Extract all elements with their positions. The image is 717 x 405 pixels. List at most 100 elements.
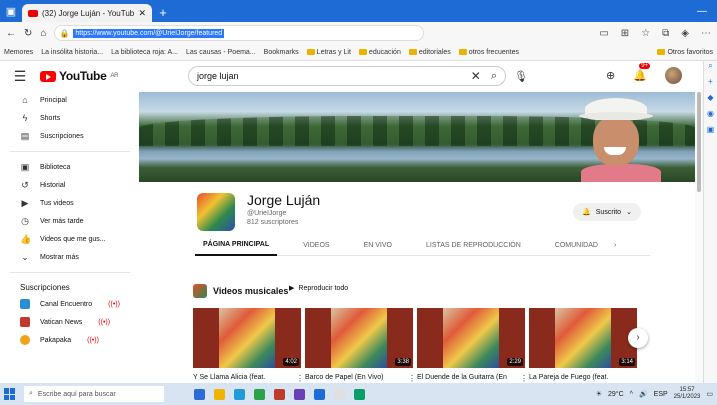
subscription-item[interactable]: Canal Encuentro ((•)) <box>0 295 135 313</box>
tabs-next-icon[interactable]: › <box>606 236 624 256</box>
bookmark-folder[interactable]: Letras y Lit <box>306 49 351 56</box>
subscription-item[interactable]: Pakapaka ((•)) <box>0 331 135 349</box>
tab-listas[interactable]: LISTAS DE REPRODUCCIÓN <box>418 236 529 256</box>
more-vert-icon[interactable]: ⋮ <box>408 374 416 383</box>
search-input[interactable]: jorge lujan ✕ ⌕ <box>188 66 506 86</box>
notifications-icon[interactable]: 🔔 9+ <box>633 63 651 82</box>
app-icon[interactable] <box>274 388 285 400</box>
app-icon[interactable] <box>234 388 245 400</box>
search-icon[interactable]: ⌕ <box>491 70 497 83</box>
video-title[interactable]: El Duende de la Guitarra (En <box>417 374 507 381</box>
bookmark-item[interactable]: Bookmarks <box>264 49 299 56</box>
app-icon[interactable] <box>254 388 265 400</box>
folder-icon <box>306 49 315 55</box>
tray-arrow-icon[interactable]: ^ <box>630 391 633 398</box>
tab-en-vivo[interactable]: EN VIVO <box>356 236 400 256</box>
favorite-star-icon[interactable]: ☆ <box>641 28 650 39</box>
tab-videos[interactable]: VIDEOS <box>295 236 337 256</box>
play-all-button[interactable]: ▶ Reproducir todo <box>289 284 348 293</box>
edge-search-icon[interactable]: ⌕ <box>704 61 717 77</box>
video-thumbnail[interactable]: 3:14 <box>529 308 637 368</box>
tab-pagina-principal[interactable]: PÁGINA PRINCIPAL <box>195 236 278 256</box>
video-thumbnail[interactable]: 4:02 <box>193 308 301 368</box>
microphone-icon[interactable]: 🎙 <box>514 70 528 83</box>
channel-avatar[interactable] <box>197 193 235 231</box>
sidebar-item-shorts[interactable]: ϟ Shorts <box>0 109 135 127</box>
app-icon[interactable] <box>334 388 345 400</box>
close-tab-icon[interactable]: ✕ <box>138 8 146 19</box>
edge-add-icon[interactable]: + <box>704 77 717 93</box>
collections-icon[interactable]: ⧉ <box>662 28 669 39</box>
folder-icon <box>657 49 666 55</box>
minimize-icon[interactable]: — <box>697 6 707 17</box>
back-icon[interactable]: ← <box>6 28 16 39</box>
taskbar-apps <box>194 388 365 400</box>
sidebar-item-ver-mas-tarde[interactable]: ◷ Ver más tarde <box>0 212 135 230</box>
sidebar-item-mostrar-mas[interactable]: ⌄ Mostrar más <box>0 248 135 266</box>
sidebar-item-suscripciones[interactable]: ▤ Suscripciones <box>0 127 135 145</box>
app-icon[interactable] <box>214 388 225 400</box>
app-icon[interactable] <box>314 388 325 400</box>
youtube-logo[interactable]: YouTube AR <box>40 69 118 83</box>
url-field[interactable]: 🔒 https://www.youtube.com/@UrieIJorge/fe… <box>54 25 425 41</box>
bookmark-folder[interactable]: otros frecuentes <box>458 49 519 56</box>
clear-search-icon[interactable]: ✕ <box>471 69 481 83</box>
bookmark-item[interactable]: Las causas - Poema... <box>186 49 256 56</box>
app-icon[interactable] <box>194 388 205 400</box>
app-icon[interactable] <box>354 388 365 400</box>
sidebar-item-biblioteca[interactable]: ▣ Biblioteca <box>0 158 135 176</box>
reader-icon[interactable]: ▭ <box>599 28 608 39</box>
create-video-icon[interactable]: ⊕ <box>606 69 615 82</box>
window-menu-icon[interactable]: ▣ <box>0 0 22 22</box>
video-title[interactable]: La Pareja de Fuego (feat. <box>529 374 608 381</box>
clock[interactable]: 15:57 25/1/2023 <box>674 387 701 401</box>
apps-icon[interactable]: ⊞ <box>621 28 629 39</box>
subscription-item[interactable]: Vatican News ((•)) <box>0 313 135 331</box>
subscribed-button[interactable]: 🔔 Suscrito ⌄ <box>573 203 641 221</box>
taskbar-search[interactable]: ⌕ Escribe aquí para buscar <box>24 386 164 402</box>
home-icon[interactable]: ⌂ <box>40 28 46 39</box>
address-bar-row: ← ↻ ⌂ 🔒 https://www.youtube.com/@UrieIJo… <box>0 22 717 44</box>
sidebar-item-tus-videos[interactable]: ▶ Tus videos <box>0 194 135 212</box>
extensions-icon[interactable]: ◈ <box>681 28 689 39</box>
bookmark-folder[interactable]: editoriales <box>408 49 451 56</box>
scrollbar-thumb[interactable] <box>697 92 701 192</box>
divider <box>10 151 130 152</box>
volume-icon[interactable]: 🔊 <box>639 390 648 398</box>
bell-icon: 🔔 <box>582 209 591 216</box>
menu-icon[interactable]: ☰ <box>0 68 40 85</box>
sidebar-item-historial[interactable]: ↺ Historial <box>0 176 135 194</box>
refresh-icon[interactable]: ↻ <box>24 28 32 39</box>
notification-center-icon[interactable]: ▭ <box>706 390 713 398</box>
video-title[interactable]: Y Se Llama Alicia (feat. <box>193 374 265 381</box>
lang-indicator[interactable]: ESP <box>654 391 668 398</box>
other-favorites[interactable]: Otros favoritos <box>657 49 713 56</box>
new-tab-button[interactable]: + <box>155 5 171 21</box>
subscriptions-icon: ▤ <box>20 130 30 141</box>
bookmark-item[interactable]: Memores <box>4 49 33 56</box>
shelf-title[interactable]: Videos musicales <box>213 286 288 296</box>
more-vert-icon[interactable]: ⋮ <box>520 374 528 383</box>
shelf-next-button[interactable]: › <box>628 328 648 348</box>
bookmark-folder[interactable]: educación <box>358 49 401 56</box>
edge-office-icon[interactable]: ▣ <box>704 125 717 141</box>
browser-tab[interactable]: (32) Jorge Luján - YouTube ✕ <box>22 4 152 22</box>
edge-tools-icon[interactable]: ◆ <box>704 93 717 109</box>
sidebar-item-liked[interactable]: 👍 Videos que me gus... <box>0 230 135 248</box>
video-title[interactable]: Barco de Papel (En Vivo) <box>305 374 383 381</box>
video-thumbnail[interactable]: 2:29 <box>417 308 525 368</box>
bookmark-item[interactable]: La biblioteca roja: A... <box>111 49 178 56</box>
avatar[interactable] <box>664 67 682 84</box>
weather-icon[interactable]: ☀ <box>596 390 602 398</box>
live-icon: ((•)) <box>87 336 99 344</box>
tab-comunidad[interactable]: COMUNIDAD <box>547 236 606 256</box>
more-icon[interactable]: ⋯ <box>701 28 711 39</box>
more-vert-icon[interactable]: ⋮ <box>296 374 304 383</box>
video-thumbnail[interactable]: 3:38 <box>305 308 413 368</box>
windows-start-icon[interactable] <box>4 388 16 400</box>
notification-badge: 9+ <box>639 63 651 69</box>
edge-games-icon[interactable]: ◉ <box>704 109 717 125</box>
bookmark-item[interactable]: La insólita historia... <box>41 49 103 56</box>
sidebar-item-principal[interactable]: ⌂ Principal <box>0 91 135 109</box>
app-icon[interactable] <box>294 388 305 400</box>
